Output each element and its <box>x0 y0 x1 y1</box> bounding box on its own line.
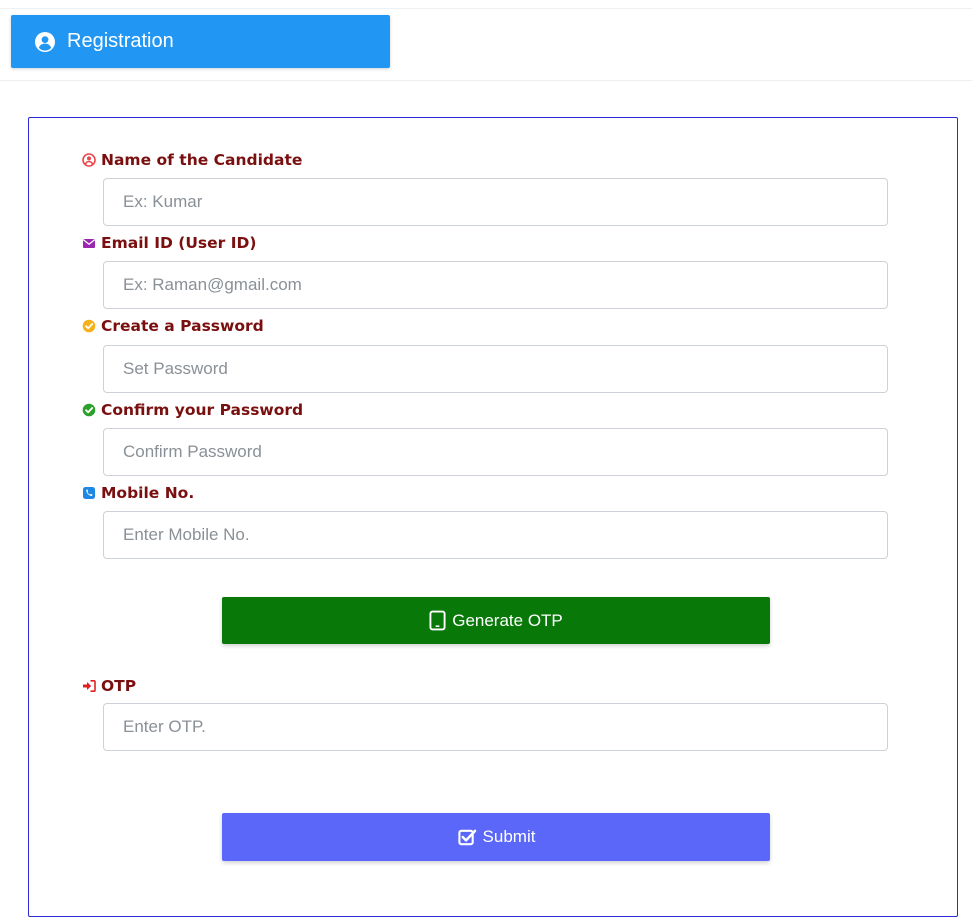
otp-label-text: OTP <box>101 677 137 695</box>
email-label: Email ID (User ID) <box>82 234 256 252</box>
mobile-label: Mobile No. <box>82 484 194 502</box>
generate-otp-label: Generate OTP <box>452 610 563 630</box>
otp-label: OTP <box>82 677 136 695</box>
confirm-password-label: Confirm your Password <box>82 401 303 419</box>
check-circle-icon <box>82 403 96 417</box>
otp-input[interactable] <box>103 703 888 751</box>
check-circle-icon <box>82 319 96 333</box>
create-password-input[interactable] <box>103 345 888 393</box>
generate-otp-button[interactable]: Generate OTP <box>222 597 770 644</box>
email-input[interactable] <box>103 261 888 309</box>
check-square-icon <box>457 828 477 847</box>
submit-label: Submit <box>482 827 536 846</box>
registration-tab[interactable]: Registration <box>11 15 390 68</box>
mobile-label-text: Mobile No. <box>101 484 195 502</box>
user-icon <box>82 153 96 167</box>
user-circle-icon <box>35 31 55 52</box>
sign-in-icon <box>82 679 96 693</box>
envelope-icon <box>82 236 96 250</box>
create-password-label: Create a Password <box>82 317 264 335</box>
top-divider <box>0 8 972 9</box>
create-password-label-text: Create a Password <box>101 317 264 335</box>
email-label-text: Email ID (User ID) <box>101 234 257 252</box>
header-divider <box>0 80 972 81</box>
candidate-name-label: Name of the Candidate <box>82 151 302 169</box>
registration-tab-label: Registration <box>67 30 174 52</box>
candidate-name-input[interactable] <box>103 178 888 226</box>
candidate-name-label-text: Name of the Candidate <box>101 151 303 169</box>
mobile-input[interactable] <box>103 511 888 559</box>
submit-button[interactable]: Submit <box>222 813 770 861</box>
confirm-password-label-text: Confirm your Password <box>101 401 304 419</box>
confirm-password-input[interactable] <box>103 428 888 476</box>
phone-square-icon <box>82 486 96 500</box>
mobile-icon <box>429 610 446 631</box>
